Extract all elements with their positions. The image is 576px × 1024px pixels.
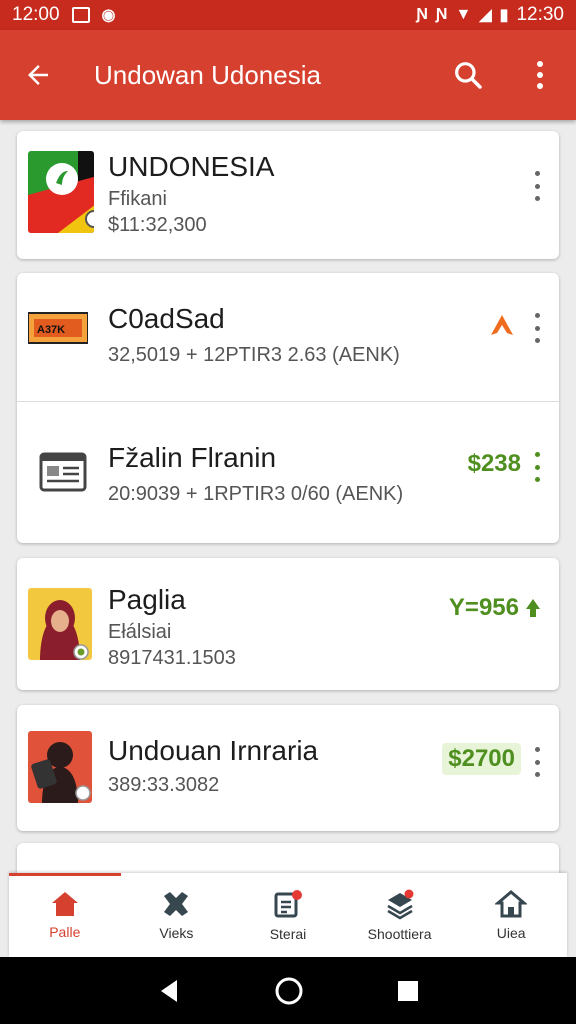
more-vert-icon[interactable] (529, 313, 545, 343)
document-icon (274, 890, 302, 918)
trend-up-icon (526, 599, 540, 617)
item-name: Undouan Irnraria (108, 735, 319, 766)
list-card: UNDONESIA Ffikani $11:32,300 (17, 131, 559, 259)
wifi-icon: ▼ (455, 6, 472, 23)
indonesia-flag-thumbnail (28, 151, 94, 233)
profile-thumbnail (28, 731, 92, 803)
nav-label: Palle (49, 924, 81, 940)
list-item[interactable]: Fžalin Flranin 20:9039 + 1RPTIR3 0/60 (A… (17, 401, 559, 543)
more-vert-icon[interactable] (529, 747, 545, 777)
arrow-left-icon (28, 65, 48, 85)
item-name: C0adSad (108, 303, 225, 334)
nav-item-shortcuts[interactable]: Shoottiera (344, 873, 456, 957)
nav-item-views[interactable]: Vieks (121, 873, 233, 957)
item-meta: 20:9039 + 1RPTIR3 0/60 (AENK) (108, 483, 404, 505)
item-subtitle: Ffikani (108, 188, 167, 210)
nav-label: Uiea (496, 925, 526, 941)
item-meta: $11:32,300 (108, 214, 207, 236)
item-meta: 8917431.1503 (108, 647, 236, 669)
item-name: Fžalin Flranin (108, 442, 277, 473)
status-bar: 12:00 ◉ Ɲ Ɲ ▼ ◢ ▮ 12:30 (0, 0, 576, 30)
back-button[interactable] (0, 30, 76, 120)
search-icon (455, 62, 482, 89)
app-bar: Undowan Udonesia (0, 30, 576, 120)
home-icon (51, 892, 78, 916)
recents-square-icon[interactable] (397, 980, 419, 1002)
trend-up-icon (491, 315, 513, 335)
house-icon (495, 890, 528, 918)
clock-left: 12:00 (12, 4, 60, 25)
clock-right: 12:30 (516, 4, 564, 25)
battery-icon: ▮ (499, 7, 509, 24)
newspaper-icon (39, 450, 89, 494)
nav-item-stories[interactable]: Sterai (232, 873, 344, 957)
nav-item-more[interactable]: Uiea (455, 873, 567, 957)
list-item[interactable]: UNDONESIA Ffikani $11:32,300 (17, 131, 559, 259)
list-item[interactable]: Paglia Ełálsiai 8917431.1503 Y=956 (17, 558, 559, 690)
more-vert-icon[interactable] (529, 452, 545, 482)
list-card: Undouan Irnraria 389:33.3082 $2700 (17, 705, 559, 831)
nav-item-home[interactable]: Palle (9, 873, 121, 957)
overflow-menu-button[interactable] (504, 30, 576, 120)
item-meta: 389:33.3082 (108, 774, 220, 796)
nav-label: Vieks (159, 925, 194, 941)
search-button[interactable] (432, 30, 504, 120)
nav-label: Sterai (269, 926, 307, 942)
stack-icon (386, 889, 414, 920)
back-triangle-icon[interactable] (157, 978, 181, 1004)
signal-icon: ◢ (479, 7, 492, 24)
banner-thumbnail: A37K (28, 307, 88, 351)
home-circle-icon[interactable] (274, 976, 304, 1006)
item-name: UNDONESIA (108, 151, 275, 182)
item-name: Paglia (108, 584, 186, 615)
item-amount: Y=956 (448, 594, 519, 621)
list-card: A37K C0adSad 32,5019 + 12PTIR3 2.63 (AEN… (17, 273, 559, 543)
bottom-navigation: Palle Vieks Sterai Shoottiera Uiea (9, 873, 567, 957)
list-item[interactable]: Undouan Irnraria 389:33.3082 $2700 (17, 705, 559, 831)
svg-text:A37K: A37K (37, 324, 65, 336)
puzzle-icon (164, 892, 189, 916)
list-card: Paglia Ełálsiai 8917431.1503 Y=956 (17, 558, 559, 690)
nav-label: Shoottiera (367, 926, 432, 942)
item-amount: $2700 (442, 743, 521, 775)
notification-icon (71, 7, 90, 23)
more-vert-icon (537, 61, 543, 89)
item-meta: 32,5019 + 12PTIR3 2.63 (AENK) (108, 344, 400, 366)
vibrate-icon: Ɲ (435, 6, 448, 23)
system-navigation-bar (0, 957, 576, 1024)
more-vert-icon[interactable] (529, 171, 545, 201)
avatar (28, 588, 92, 660)
page-title: Undowan Udonesia (94, 59, 321, 90)
list-item[interactable]: A37K C0adSad 32,5019 + 12PTIR3 2.63 (AEN… (17, 273, 559, 401)
item-amount: $238 (467, 450, 521, 477)
notification-app-icon: ◉ (101, 7, 116, 24)
item-subtitle: Ełálsiai (108, 621, 172, 643)
nfc-icon: Ɲ (416, 6, 428, 23)
